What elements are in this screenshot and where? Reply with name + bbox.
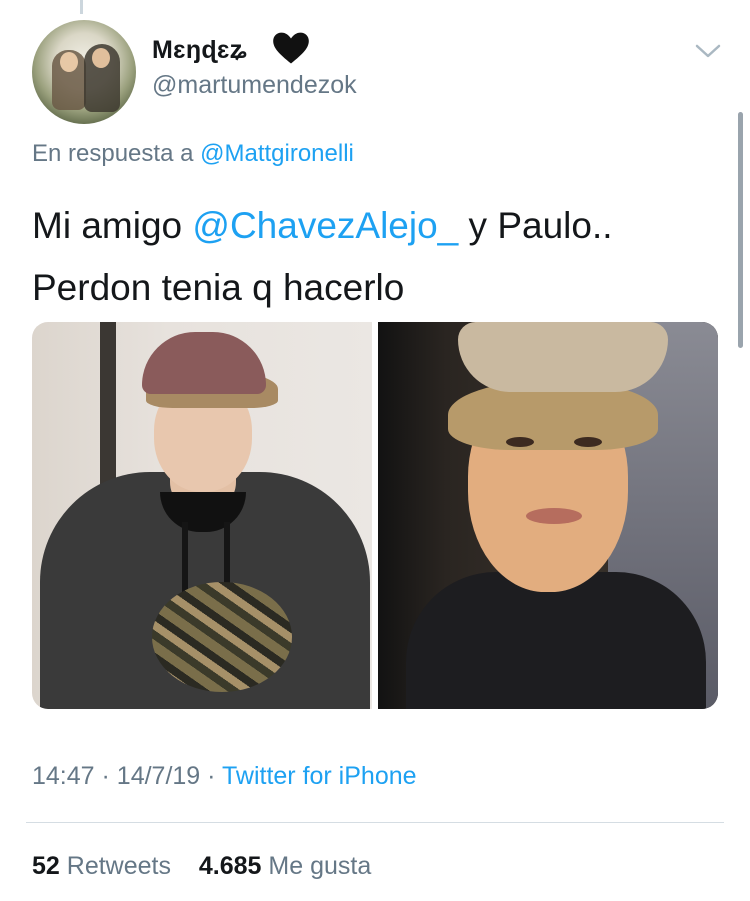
reply-prefix: En respuesta a	[32, 140, 194, 167]
reply-context: En respuesta a @Mattgironelli	[32, 140, 354, 168]
thread-connector-line	[80, 0, 83, 14]
photo-hoodie	[406, 572, 706, 709]
avatar-face-left	[60, 52, 78, 72]
likes-count: 4.685	[198, 852, 262, 880]
meta-separator: ·	[207, 762, 216, 790]
chevron-down-icon[interactable]	[693, 40, 723, 62]
media-photo-2[interactable]	[378, 322, 718, 709]
engagement-stats: 52 Retweets 4.685 Me gusta	[32, 852, 371, 881]
tweet-time: 14:47	[32, 762, 95, 790]
likes-stat[interactable]: 4.685 Me gusta	[199, 852, 371, 880]
photo-cap	[458, 322, 668, 392]
display-name[interactable]: Mɛŋɖɛʑ	[152, 36, 247, 65]
reply-mention-link[interactable]: @Mattgironelli	[200, 140, 354, 167]
retweets-count: 52	[32, 852, 60, 880]
avatar[interactable]	[32, 20, 136, 124]
tweet-source-link[interactable]: Twitter for iPhone	[222, 762, 417, 790]
tweet-text-before: Mi amigo	[32, 205, 183, 246]
black-heart-icon	[273, 32, 309, 64]
photo-lips	[526, 508, 582, 524]
retweets-stat[interactable]: 52 Retweets	[32, 852, 178, 880]
photo-eye	[506, 437, 534, 447]
tweet-text-line-2: Perdon tenia q hacerlo	[32, 267, 405, 308]
tweet-text-after: y Paulo..	[468, 205, 613, 246]
retweets-label: Retweets	[66, 852, 171, 880]
meta-separator: ·	[101, 762, 110, 790]
photo-cap	[142, 332, 266, 394]
scrollbar[interactable]	[738, 112, 743, 348]
tweet-metadata: 14:47 · 14/7/19 · Twitter for iPhone	[32, 762, 417, 791]
tweet-mention-link[interactable]: @ChavezAlejo_	[192, 205, 458, 246]
likes-label: Me gusta	[268, 852, 372, 880]
tweet-text: Mi amigo @ChavezAlejo_ y Paulo.. Perdon …	[32, 195, 722, 319]
photo-camo-logo	[152, 582, 292, 692]
avatar-face-right	[92, 48, 110, 68]
divider	[26, 822, 724, 823]
tweet-text-line-1: Mi amigo @ChavezAlejo_ y Paulo..	[32, 195, 722, 257]
media-photo-1[interactable]	[32, 322, 372, 709]
photo-eye	[574, 437, 602, 447]
tweet-date: 14/7/19	[116, 762, 201, 790]
user-handle[interactable]: @martumendezok	[152, 71, 357, 100]
